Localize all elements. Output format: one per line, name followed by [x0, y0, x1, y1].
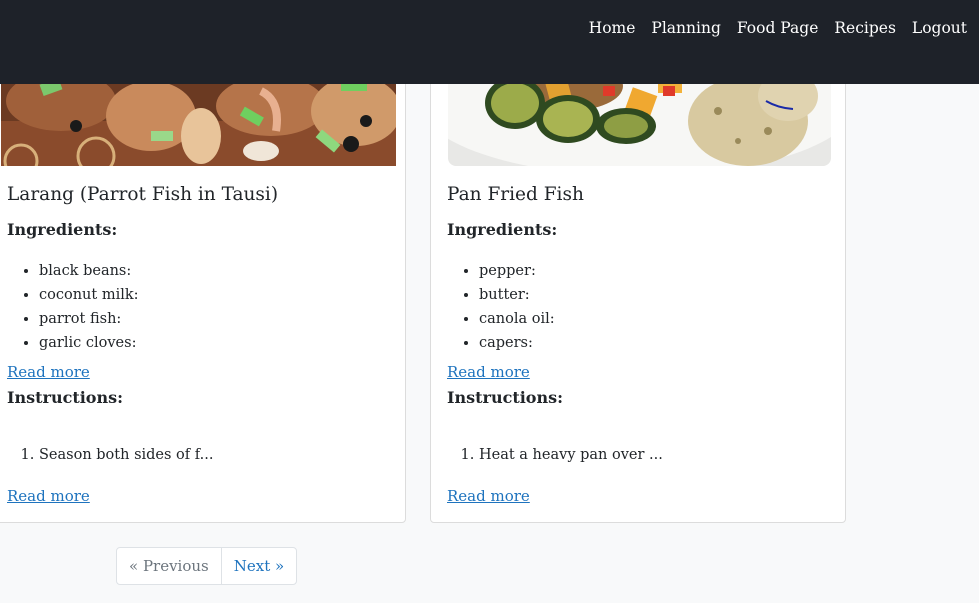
pagination: « Previous Next » [116, 547, 298, 585]
nav-link-recipes[interactable]: Recipes [834, 19, 896, 37]
instructions-heading: Instructions: [7, 388, 124, 407]
ingredients-list: pepper: butter: canola oil: capers: [447, 259, 835, 355]
nav-link-planning[interactable]: Planning [651, 19, 720, 37]
next-page-button[interactable]: Next » [222, 548, 296, 584]
nav-link-logout[interactable]: Logout [912, 19, 967, 37]
ingredient-item: coconut milk: [39, 283, 395, 307]
instructions-read-more-link[interactable]: Read more [7, 485, 90, 507]
nav-link-food-page[interactable]: Food Page [737, 19, 819, 37]
instructions-heading: Instructions: [447, 388, 564, 407]
ingredient-item: black beans: [39, 259, 395, 283]
top-navbar: Home Planning Food Page Recipes Logout [0, 0, 979, 84]
instructions-list: Season both sides of f... [7, 443, 395, 467]
ingredient-item: garlic cloves: [39, 331, 395, 355]
instruction-item: Season both sides of f... [39, 443, 395, 467]
ingredient-item: canola oil: [479, 307, 835, 331]
instructions-read-more-link[interactable]: Read more [447, 485, 530, 507]
ingredient-item: parrot fish: [39, 307, 395, 331]
nav-links: Home Planning Food Page Recipes Logout [589, 19, 967, 37]
ingredients-read-more-link[interactable]: Read more [447, 361, 530, 383]
recipe-card: Pan Fried Fish Ingredients: pepper: butt… [430, 60, 846, 523]
ingredient-item: pepper: [479, 259, 835, 283]
ingredients-read-more-link[interactable]: Read more [7, 361, 90, 383]
ingredients-heading: Ingredients: [7, 220, 118, 239]
recipe-title: Larang (Parrot Fish in Tausi) [7, 184, 279, 205]
previous-page-button[interactable]: « Previous [117, 548, 222, 584]
ingredients-heading: Ingredients: [447, 220, 558, 239]
recipe-title: Pan Fried Fish [447, 184, 584, 205]
recipe-card-body: Pan Fried Fish Ingredients: pepper: butt… [447, 181, 835, 507]
ingredient-item: capers: [479, 331, 835, 355]
instruction-item: Heat a heavy pan over ... [479, 443, 835, 467]
instructions-list: Heat a heavy pan over ... [447, 443, 835, 467]
ingredient-item: butter: [479, 283, 835, 307]
recipe-card-body: Larang (Parrot Fish in Tausi) Ingredient… [7, 181, 395, 507]
recipe-card: Larang (Parrot Fish in Tausi) Ingredient… [0, 60, 406, 523]
nav-link-home[interactable]: Home [589, 19, 636, 37]
ingredients-list: black beans: coconut milk: parrot fish: … [7, 259, 395, 355]
